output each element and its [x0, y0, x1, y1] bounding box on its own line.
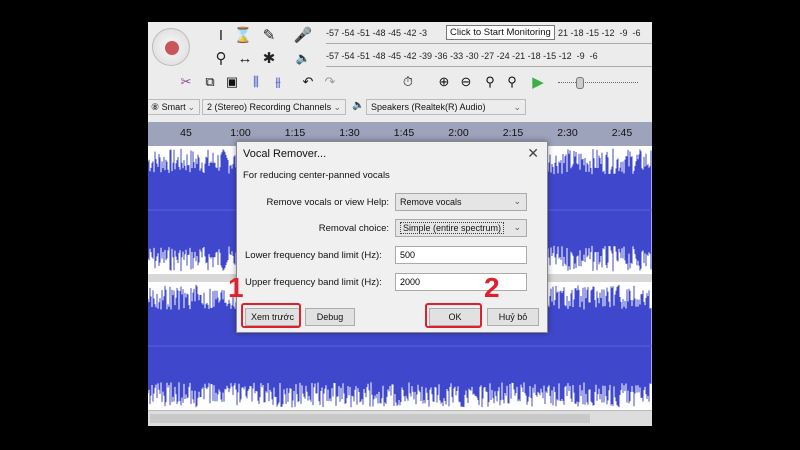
- microphone-icon[interactable]: 🎤: [292, 24, 314, 46]
- ruler-tick: 1:30: [339, 127, 360, 139]
- playback-meter[interactable]: -57 -54 -51 -48 -45 -42 -39 -36 -33 -30 …: [326, 47, 652, 67]
- lower-frequency-input[interactable]: [395, 246, 527, 264]
- undo-icon[interactable]: ↶: [298, 72, 318, 92]
- debug-button[interactable]: Debug: [305, 308, 355, 326]
- speed-slider[interactable]: [558, 82, 638, 83]
- record-button[interactable]: [152, 28, 190, 66]
- zoom-out-icon[interactable]: ⊖: [456, 72, 476, 92]
- zoom-in-icon[interactable]: ⊕: [434, 72, 454, 92]
- multi-tool-icon[interactable]: ✱: [258, 47, 280, 69]
- envelope-tool-icon[interactable]: ⌛: [232, 24, 254, 46]
- horizontal-scrollbar[interactable]: [148, 410, 652, 426]
- highlight-ok: [425, 303, 482, 328]
- upper-frequency-input[interactable]: [395, 273, 527, 291]
- output-device-select[interactable]: Speakers (Realtek(R) Audio) ⌄: [366, 99, 526, 115]
- lower-label: Lower frequency band limit (Hz):: [245, 250, 382, 261]
- record-icon: [165, 41, 179, 55]
- ruler-tick: 45: [180, 127, 192, 139]
- cut-icon[interactable]: ✂: [176, 72, 196, 92]
- rate-select[interactable]: ⑧ Smart ⌄: [148, 99, 200, 115]
- output-speaker-icon: 🔈: [352, 100, 365, 111]
- ruler-tick: 2:30: [557, 127, 578, 139]
- redo-icon[interactable]: ↷: [320, 72, 340, 92]
- trim-icon[interactable]: ⫼: [246, 72, 266, 92]
- ruler-tick: 2:15: [502, 127, 524, 139]
- removal-choice-select[interactable]: Simple (entire spectrum) ⌄: [395, 219, 527, 237]
- remove-vocals-select[interactable]: Remove vocals ⌄: [395, 193, 527, 211]
- dialog-description: For reducing center-panned vocals: [243, 170, 390, 181]
- copy-icon[interactable]: ⧉: [200, 72, 220, 92]
- ruler-tick: 2:45: [611, 127, 633, 139]
- cancel-button[interactable]: Huỷ bỏ: [487, 308, 539, 326]
- selection-tool-icon[interactable]: I: [210, 24, 232, 46]
- draw-tool-icon[interactable]: ✎: [258, 24, 280, 46]
- remove-label: Remove vocals or view Help:: [266, 197, 390, 208]
- sync-lock-icon[interactable]: ⏱: [398, 72, 418, 92]
- highlight-preview: [241, 303, 301, 328]
- paste-icon[interactable]: ▣: [222, 72, 242, 92]
- fit-selection-icon[interactable]: ⚲: [480, 72, 500, 92]
- scrollbar-thumb[interactable]: [150, 414, 590, 423]
- step-2-label: 2: [484, 272, 500, 303]
- silence-icon[interactable]: ⫵: [268, 72, 288, 92]
- speed-slider-thumb[interactable]: [576, 77, 584, 89]
- ruler-tick: 1:00: [230, 127, 251, 139]
- upper-label: Upper frequency band limit (Hz):: [245, 277, 382, 288]
- speaker-icon[interactable]: 🔈: [292, 47, 314, 69]
- close-button[interactable]: ✕: [527, 145, 539, 162]
- dialog-title: Vocal Remover...: [243, 148, 327, 160]
- ruler-tick: 2:00: [448, 127, 469, 139]
- monitor-tooltip[interactable]: Click to Start Monitoring: [446, 25, 555, 40]
- timeshift-tool-icon[interactable]: ↔: [234, 47, 256, 69]
- choice-label: Removal choice:: [318, 223, 389, 234]
- ruler-tick: 1:45: [393, 127, 415, 139]
- play-at-speed-icon[interactable]: ▶: [528, 72, 548, 92]
- recording-channels-select[interactable]: 2 (Stereo) Recording Channels ⌄: [202, 99, 346, 115]
- step-1-label: 1: [228, 272, 244, 303]
- zoom-tool-icon[interactable]: ⚲: [210, 47, 232, 69]
- fit-project-icon[interactable]: ⚲: [502, 72, 522, 92]
- ruler-tick: 1:15: [284, 127, 306, 139]
